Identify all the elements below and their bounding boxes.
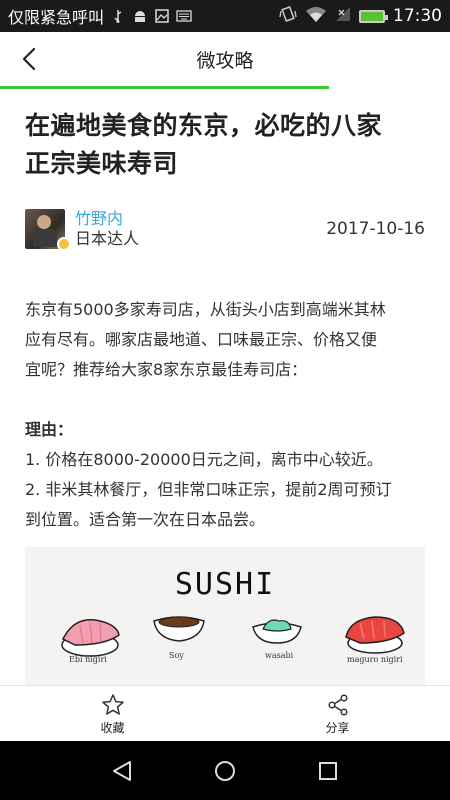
reason-line: 到位置。适合第一次在日本品尝。 xyxy=(25,510,266,529)
article-title-line: 在遍地美食的东京，必吃的八家 xyxy=(25,111,383,140)
carrier-text: 仅限紧急呼叫 xyxy=(8,8,105,27)
share-label: 分享 xyxy=(325,720,350,735)
image-icon xyxy=(154,9,170,23)
chevron-left-icon xyxy=(22,47,36,71)
intro-paragraph: 东京有5000多家寿司店，从街头小店到高端米其林 应有尽有。哪家店最地道、口味最… xyxy=(25,295,425,385)
keyboard-icon xyxy=(176,9,192,23)
author-row: 竹野内 日本达人 2017-10-16 xyxy=(25,209,425,251)
nav-back-button[interactable] xyxy=(102,751,142,791)
author-info: 竹野内 日本达人 xyxy=(75,209,139,249)
status-bar: 仅限紧急呼叫 17:30 xyxy=(0,0,450,32)
wasabi-illustration xyxy=(252,619,302,644)
home-circle-icon xyxy=(214,760,235,781)
page-title: 微攻略 xyxy=(196,49,254,72)
status-right: 17:30 xyxy=(279,5,442,27)
post-date: 2017-10-16 xyxy=(326,219,425,239)
nav-home-button[interactable] xyxy=(205,751,245,791)
status-left: 仅限紧急呼叫 xyxy=(8,4,192,28)
share-icon xyxy=(327,693,348,716)
reason-block: 理由： 1. 价格在8000-20000日元之间，离市中心较近。 2. 非米其林… xyxy=(25,415,425,535)
sushi-label: wasabi xyxy=(265,651,294,660)
expert-badge-icon xyxy=(57,237,71,251)
usb-icon xyxy=(110,9,126,23)
share-button[interactable]: 分享 xyxy=(225,686,450,742)
reason-heading: 理由： xyxy=(25,420,74,439)
bottom-toolbar: 收藏 分享 xyxy=(0,685,450,741)
intro-line: 应有尽有。哪家店最地道、口味最正宗、价格又便 xyxy=(25,330,378,349)
reason-item: 2. 非米其林餐厅，但非常口味正宗，提前2周可预订 到位置。适合第一次在日本品尝… xyxy=(25,475,425,535)
sushi-row2-illustration xyxy=(65,677,405,685)
author-name[interactable]: 竹野内 xyxy=(75,209,139,229)
favorite-button[interactable]: 收藏 xyxy=(0,686,225,742)
reason-item: 1. 价格在8000-20000日元之间，离市中心较近。 xyxy=(25,450,383,469)
vibrate-icon xyxy=(279,5,297,27)
system-nav-bar xyxy=(0,741,450,800)
sushi-label: Ebi nigiri xyxy=(69,655,107,664)
intro-line: 东京有5000多家寿司店，从街头小店到高端米其林 xyxy=(25,300,386,319)
sushi-illustration[interactable]: SUSHI Ebi nigiri Soy wasabi maguro nigir… xyxy=(25,547,425,685)
recents-square-icon xyxy=(319,761,338,780)
app-header: 微攻略 xyxy=(0,32,450,86)
no-signal-icon xyxy=(335,6,351,27)
sushi-illustration-title: SUSHI xyxy=(174,567,276,602)
back-triangle-icon xyxy=(112,760,131,781)
article-title: 在遍地美食的东京，必吃的八家 正宗美味寿司 xyxy=(25,107,425,183)
star-icon xyxy=(101,693,124,715)
article-content[interactable]: 在遍地美食的东京，必吃的八家 正宗美味寿司 竹野内 日本达人 2017-10-1… xyxy=(0,89,450,685)
maguro-nigiri-illustration xyxy=(345,616,405,654)
article-title-line: 正宗美味寿司 xyxy=(25,149,179,178)
soy-dish-illustration xyxy=(153,616,205,642)
author-tag: 日本达人 xyxy=(75,229,140,248)
sushi-label: Soy xyxy=(169,651,184,660)
sushi-label: maguro nigiri xyxy=(347,655,403,664)
android-icon xyxy=(132,9,148,23)
nav-recents-button[interactable] xyxy=(308,751,348,791)
status-time: 17:30 xyxy=(393,6,442,26)
intro-line: 宜呢？推荐给大家8家东京最佳寿司店： xyxy=(25,360,308,379)
favorite-label: 收藏 xyxy=(100,720,125,735)
ebi-nigiri-illustration xyxy=(61,619,120,657)
back-button[interactable] xyxy=(14,42,44,76)
wifi-icon xyxy=(305,6,327,27)
battery-icon xyxy=(359,9,388,23)
reason-line: 2. 非米其林餐厅，但非常口味正宗，提前2周可预订 xyxy=(25,480,392,499)
